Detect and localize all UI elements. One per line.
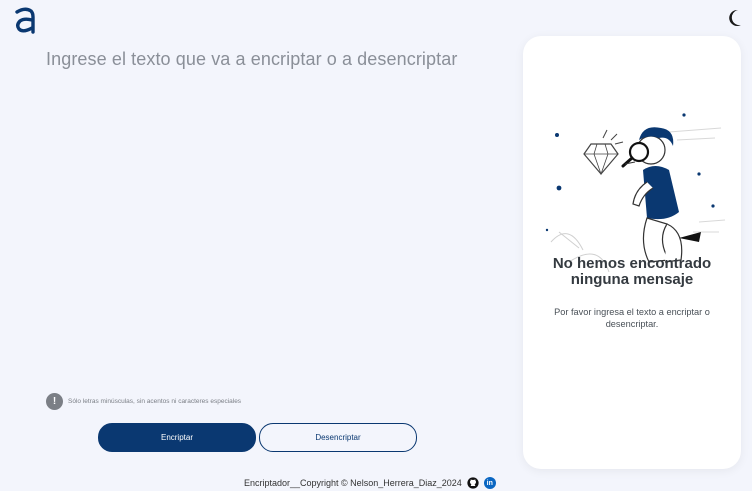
input-warning: ! Sólo letras minúsculas, sin acentos ni… — [46, 393, 241, 410]
alura-logo-icon — [15, 7, 35, 34]
encrypt-button[interactable]: Encriptar — [98, 423, 256, 452]
footer: Encriptador__Copyright © Nelson_Herrera_… — [244, 477, 496, 489]
warning-text: Sólo letras minúsculas, sin acentos ni c… — [68, 398, 242, 405]
linkedin-icon[interactable]: in — [483, 477, 496, 489]
github-icon[interactable] — [467, 477, 479, 489]
footer-copyright: Encriptador__Copyright © Nelson_Herrera_… — [244, 478, 462, 488]
decrypt-button[interactable]: Desencriptar — [259, 423, 417, 452]
moon-icon[interactable] — [728, 9, 742, 27]
no-message-title-line1: No hemos encontrado — [552, 255, 712, 272]
no-message-subtitle: Por favor ingresa el texto a encriptar o… — [554, 307, 710, 329]
result-panel: No hemos encontrado ninguna mensaje Por … — [523, 36, 741, 469]
person-with-magnifying-glass-illustration — [545, 113, 726, 273]
exclamation-icon: ! — [46, 393, 63, 410]
no-message-title-line2: ninguna mensaje — [570, 271, 694, 288]
text-input-placeholder[interactable]: Ingrese el texto que va a encriptar o a … — [46, 49, 457, 70]
no-message-title: No hemos encontrado ninguna mensaje — [523, 256, 741, 288]
